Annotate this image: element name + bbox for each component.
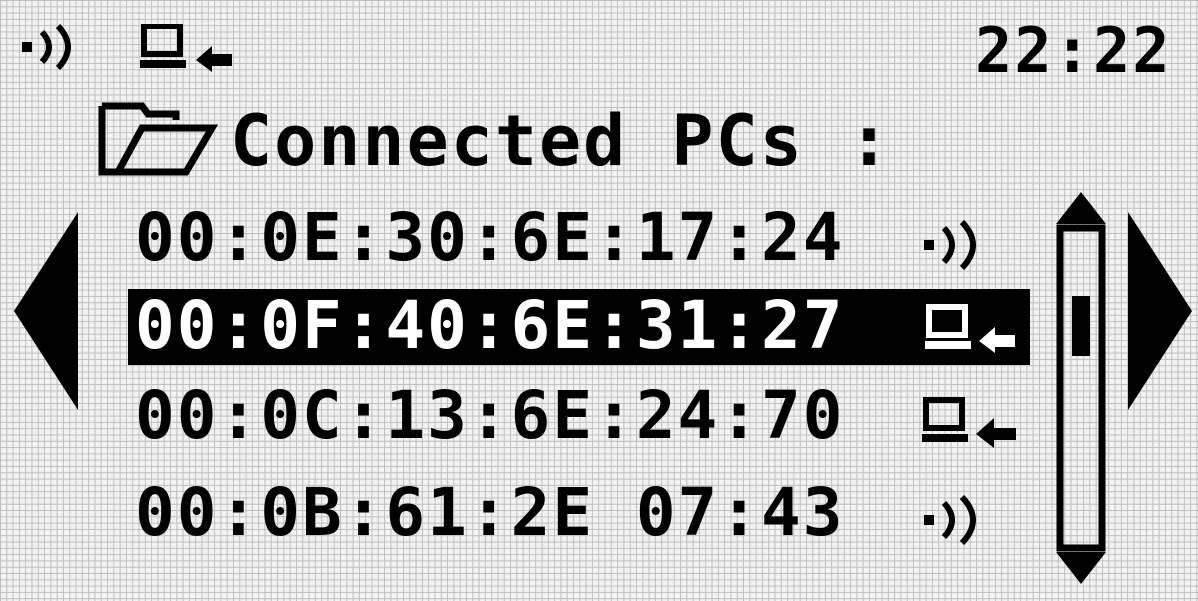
scroll-up-icon (1056, 192, 1106, 224)
list-item-mac-2-selected[interactable]: 00:0F:40:6E:31:27 (135, 293, 845, 363)
pc-connect-icon (925, 303, 1021, 355)
pc-connect-icon (922, 396, 1022, 450)
wireless-signal-icon (920, 495, 1000, 545)
scrollbar-thumb (1072, 296, 1090, 356)
scroll-down-icon (1056, 552, 1106, 584)
list-item-mac-1[interactable]: 00:0E:30:6E:17:24 (135, 205, 845, 275)
wireless-signal-icon (920, 220, 1000, 270)
left-arrow-icon[interactable] (14, 212, 80, 410)
pc-connect-icon (140, 24, 240, 74)
clock: 22:22 (975, 14, 1172, 87)
page-title: Connected PCs : (230, 100, 893, 182)
scrollbar[interactable] (1046, 188, 1116, 588)
wireless-signal-icon (18, 24, 88, 70)
right-arrow-icon[interactable] (1126, 212, 1192, 410)
list-item-mac-3[interactable]: 00:0C:13:6E:24:70 (135, 383, 845, 453)
list-item-mac-4[interactable]: 00:0B:61:2E 07:43 (135, 480, 845, 550)
folder-open-icon (98, 100, 218, 178)
